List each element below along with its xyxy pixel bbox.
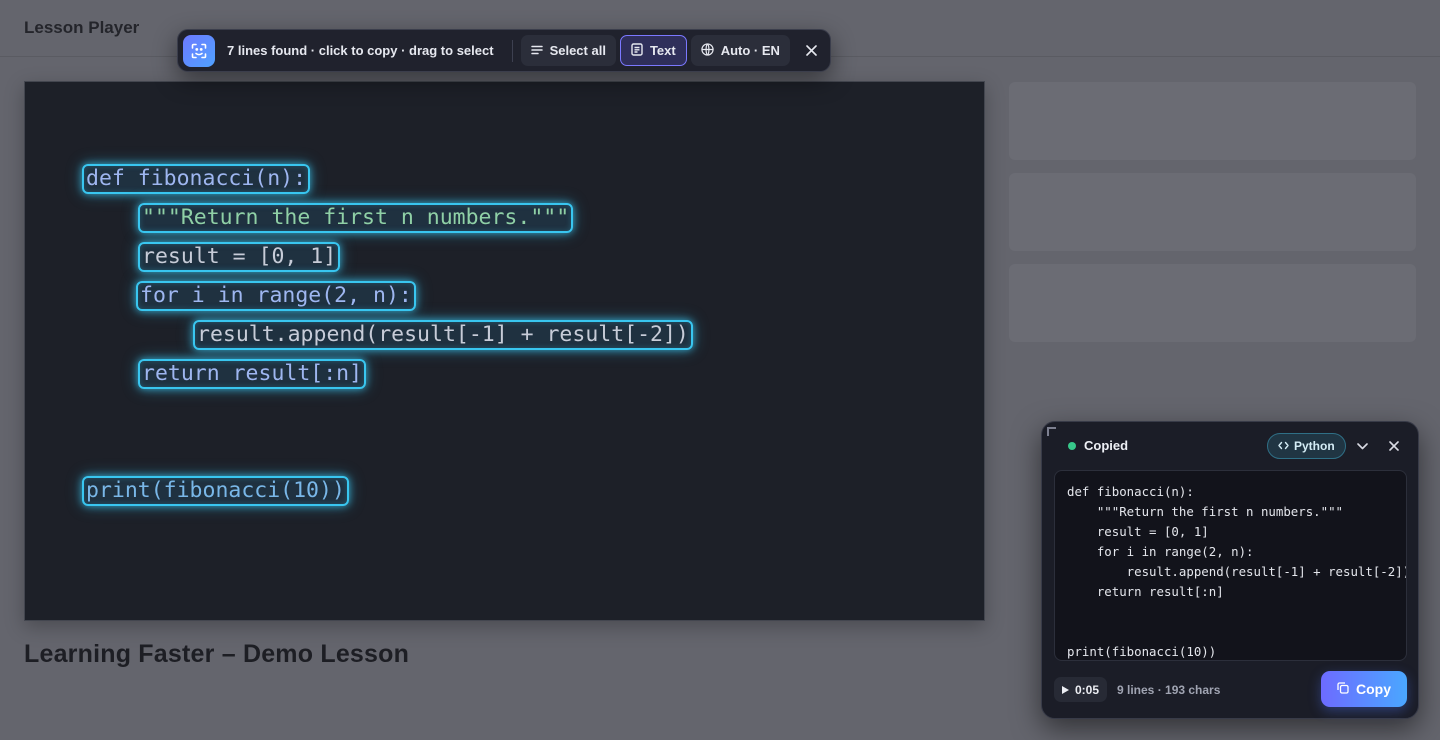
language-badge[interactable]: Python [1267,433,1346,459]
select-all-label: Select all [549,43,606,58]
detected-line[interactable]: result = [0, 1] [138,242,341,272]
text-mode-button[interactable]: Text [619,35,687,66]
timestamp-label: 0:05 [1075,682,1100,697]
copy-button[interactable]: Copy [1321,671,1407,707]
copied-status: Copied [1084,438,1129,453]
detected-line[interactable]: def fibonacci(n): [82,164,311,194]
globe-icon [701,42,714,59]
copy-icon [1337,681,1349,697]
panel-header: Copied Python [1042,422,1418,470]
select-all-button[interactable]: Select all [520,35,616,66]
lines-icon [530,43,543,58]
toolbar-status: 7 lines found · click to copy · drag to … [227,43,494,58]
timestamp-button[interactable]: 0:05 [1054,677,1108,702]
status-dot [1068,442,1076,450]
app-title: Lesson Player [24,18,140,37]
copied-code: def fibonacci(n): """Return the first n … [1067,484,1407,659]
document-icon [631,42,643,59]
play-icon [1062,683,1069,697]
toolbar-divider [511,39,513,62]
copied-panel: Copied Python def fibonacci(n): """Retur… [1041,421,1419,719]
detected-line[interactable]: return result[:n] [138,359,367,389]
language-button[interactable]: Auto · EN [690,35,790,66]
lesson-title: Learning Faster – Demo Lesson [24,640,410,668]
language-badge-label: Python [1294,439,1335,453]
video-frame[interactable]: def fibonacci(n): """Return the first n … [24,81,985,621]
detected-line[interactable]: for i in range(2, n): [136,281,416,311]
detected-line[interactable]: """Return the first n numbers.""" [138,203,574,233]
detected-line[interactable]: result.append(result[-1] + result[-2]) [193,320,693,350]
language-label: Auto · EN [720,43,780,58]
sidebar-placeholder [1009,173,1416,251]
ocr-toolbar: 7 lines found · click to copy · drag to … [177,29,831,72]
close-icon[interactable] [1384,436,1404,456]
sidebar-placeholder [1009,82,1416,160]
detected-line[interactable]: print(fibonacci(10)) [82,476,349,506]
code-icon [1278,439,1289,453]
text-mode-label: Text [649,43,676,58]
scan-icon[interactable] [183,34,215,67]
copied-code-box[interactable]: def fibonacci(n): """Return the first n … [1054,470,1407,661]
copy-label: Copy [1356,681,1391,697]
code-meta: 9 lines · 193 chars [1117,683,1221,697]
chevron-down-icon[interactable] [1352,436,1372,456]
close-icon[interactable] [798,37,826,65]
sidebar-placeholder [1009,264,1416,342]
panel-footer: 0:05 9 lines · 193 chars Copy [1042,670,1418,710]
